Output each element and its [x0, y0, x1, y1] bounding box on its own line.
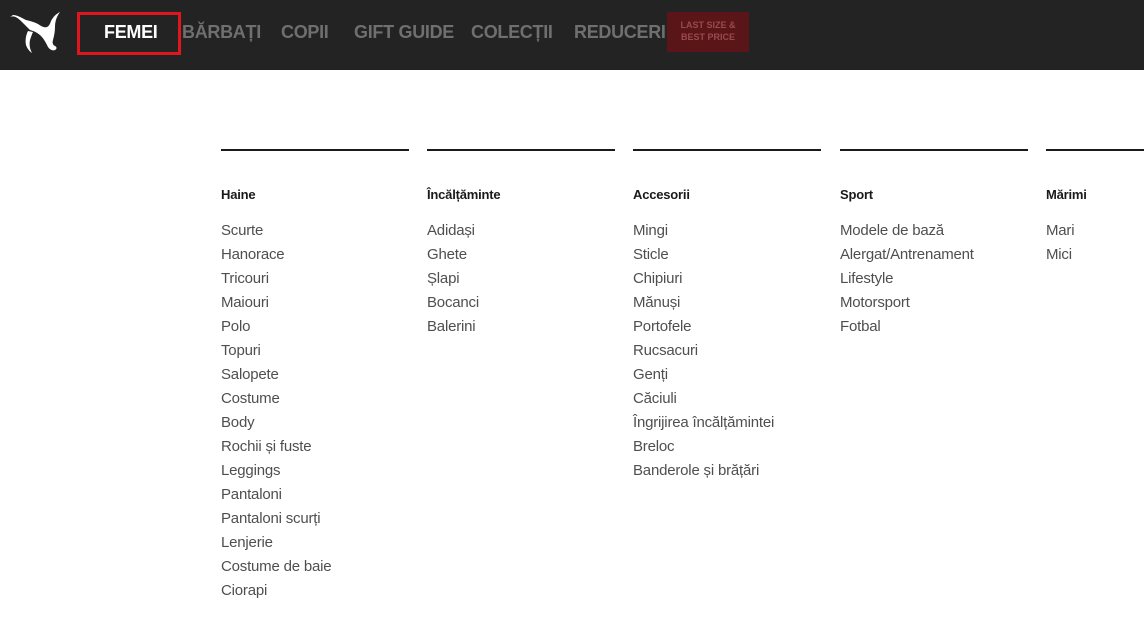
menu-link[interactable]: Hanorace — [221, 243, 409, 267]
menu-link[interactable]: Maiouri — [221, 291, 409, 315]
menu-link[interactable]: Rochii și fuste — [221, 435, 409, 459]
menu-link[interactable]: Scurte — [221, 219, 409, 243]
menu-link[interactable]: Body — [221, 411, 409, 435]
menu-link[interactable]: Mănuși — [633, 291, 821, 315]
category-list: Mari Mici — [1046, 219, 1144, 267]
menu-link[interactable]: Topuri — [221, 339, 409, 363]
column-divider — [221, 149, 409, 151]
nav-colectii[interactable]: COLECȚII — [471, 21, 553, 43]
menu-column-incaltaminte: Încălțăminte Adidași Ghete Șlapi Bocanci… — [427, 149, 615, 339]
menu-link[interactable]: Costume — [221, 387, 409, 411]
nav-reduceri[interactable]: REDUCERI — [574, 21, 666, 43]
menu-link[interactable]: Costume de baie — [221, 555, 409, 579]
column-heading[interactable]: Haine — [221, 187, 409, 203]
category-list: Scurte Hanorace Tricouri Maiouri Polo To… — [221, 219, 409, 603]
nav-barbati[interactable]: BĂRBAȚI — [182, 21, 261, 43]
promo-line-2: BEST PRICE — [680, 32, 735, 42]
menu-link[interactable]: Portofele — [633, 315, 821, 339]
menu-link[interactable]: Genți — [633, 363, 821, 387]
category-list: Adidași Ghete Șlapi Bocanci Balerini — [427, 219, 615, 339]
menu-link[interactable]: Banderole și brățări — [633, 459, 821, 483]
menu-link[interactable]: Tricouri — [221, 267, 409, 291]
menu-link[interactable]: Șlapi — [427, 267, 615, 291]
menu-link[interactable]: Motorsport — [840, 291, 1028, 315]
menu-link[interactable]: Pantaloni — [221, 483, 409, 507]
menu-link[interactable]: Pantaloni scurți — [221, 507, 409, 531]
column-divider — [633, 149, 821, 151]
menu-link[interactable]: Adidași — [427, 219, 615, 243]
top-navigation-bar: FEMEI BĂRBAȚI COPII GIFT GUIDE COLECȚII … — [0, 0, 1144, 70]
menu-link[interactable]: Lifestyle — [840, 267, 1028, 291]
menu-link[interactable]: Bocanci — [427, 291, 615, 315]
menu-link[interactable]: Chipiuri — [633, 267, 821, 291]
column-heading[interactable]: Accesorii — [633, 187, 821, 203]
menu-link[interactable]: Breloc — [633, 435, 821, 459]
menu-link[interactable]: Îngrijirea încălțămintei — [633, 411, 821, 435]
column-divider — [427, 149, 615, 151]
menu-link[interactable]: Fotbal — [840, 315, 1028, 339]
menu-link[interactable]: Rucsacuri — [633, 339, 821, 363]
promo-line-1: LAST SIZE & — [680, 20, 736, 30]
category-list: Mingi Sticle Chipiuri Mănuși Portofele R… — [633, 219, 821, 483]
menu-link[interactable]: Leggings — [221, 459, 409, 483]
puma-cat-icon[interactable] — [8, 9, 62, 55]
menu-column-haine: Haine Scurte Hanorace Tricouri Maiouri P… — [221, 149, 409, 603]
nav-gift-guide[interactable]: GIFT GUIDE — [354, 21, 454, 43]
column-heading[interactable]: Încălțăminte — [427, 187, 615, 203]
menu-link[interactable]: Mari — [1046, 219, 1144, 243]
menu-link[interactable]: Căciuli — [633, 387, 821, 411]
menu-column-accesorii: Accesorii Mingi Sticle Chipiuri Mănuși P… — [633, 149, 821, 483]
nav-copii[interactable]: COPII — [281, 21, 329, 43]
menu-link[interactable]: Balerini — [427, 315, 615, 339]
menu-link[interactable]: Modele de bază — [840, 219, 1028, 243]
category-list: Modele de bază Alergat/Antrenament Lifes… — [840, 219, 1028, 339]
column-heading[interactable]: Sport — [840, 187, 1028, 203]
menu-column-sport: Sport Modele de bază Alergat/Antrenament… — [840, 149, 1028, 339]
column-divider — [840, 149, 1028, 151]
column-divider — [1046, 149, 1144, 151]
menu-link[interactable]: Polo — [221, 315, 409, 339]
menu-link[interactable]: Mici — [1046, 243, 1144, 267]
column-heading[interactable]: Mărimi — [1046, 187, 1144, 203]
menu-link[interactable]: Lenjerie — [221, 531, 409, 555]
menu-link[interactable]: Mingi — [633, 219, 821, 243]
menu-link[interactable]: Salopete — [221, 363, 409, 387]
nav-femei[interactable]: FEMEI — [104, 21, 158, 43]
menu-link[interactable]: Ghete — [427, 243, 615, 267]
menu-link[interactable]: Alergat/Antrenament — [840, 243, 1028, 267]
menu-column-marimi: Mărimi Mari Mici — [1046, 149, 1144, 267]
promo-last-size-button[interactable]: LAST SIZE & BEST PRICE — [667, 12, 749, 52]
menu-link[interactable]: Sticle — [633, 243, 821, 267]
menu-link[interactable]: Ciorapi — [221, 579, 409, 603]
